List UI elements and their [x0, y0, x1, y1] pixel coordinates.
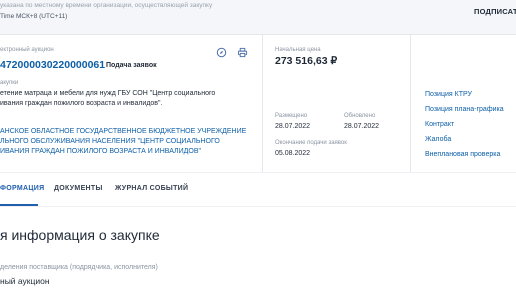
supplier-method-label: деления поставщика (подрядчика, исполнит…: [0, 264, 158, 271]
section-title: я информация о закупке: [0, 227, 160, 243]
pricing-column: Начальная цена 273 516,63 ₽ Размещено 28…: [262, 35, 410, 173]
compass-icon[interactable]: [216, 47, 227, 58]
related-links-column: Позиция КТРУ Позиция плана-графика Контр…: [410, 35, 516, 173]
org-line: ЛЬНОГО ОБСЛУЖИВАНИЯ НАСЕЛЕНИЯ "ЦЕНТР СОЦ…: [0, 138, 220, 145]
object-label: акупки: [0, 80, 19, 86]
procurement-card: ектронный аукцион 472000030220000061 Под…: [0, 34, 516, 173]
plan-schedule-position-link[interactable]: Позиция плана-графика: [425, 106, 504, 113]
procurement-number-link[interactable]: 472000030220000061: [0, 59, 105, 71]
object-line: етение матраца и мебели для нужд ГБУ СОН…: [0, 90, 216, 97]
page: указана по местному времени организации,…: [0, 0, 516, 289]
unscheduled-inspection-link[interactable]: Внеплановая проверка: [425, 151, 500, 158]
printer-icon[interactable]: [237, 47, 248, 58]
price-label: Начальная цена: [275, 47, 321, 53]
tab-bar: ФОРМАЦИЯ ДОКУМЕНТЫ ЖУРНАЛ СОБЫТИЙ: [0, 172, 516, 206]
contract-link[interactable]: Контракт: [425, 121, 454, 128]
timezone-note: указана по местному времени организации,…: [0, 2, 213, 9]
general-info-section: я информация о закупке деления поставщик…: [0, 206, 516, 289]
price-value: 273 516,63 ₽: [275, 55, 338, 67]
tab-information[interactable]: ФОРМАЦИЯ: [0, 185, 44, 192]
org-line: ИВАНИЯ ГРАЖДАН ПОЖИЛОГО ВОЗРАСТА И ИНВАЛ…: [0, 148, 201, 155]
procurement-type-label: ектронный аукцион: [0, 47, 54, 53]
tab-event-log[interactable]: ЖУРНАЛ СОБЫТИЙ: [115, 185, 188, 192]
org-line: АНСКОЕ ОБЛАСТНОЕ ГОСУДАРСТВЕННОЕ БЮДЖЕТН…: [0, 128, 247, 135]
complaint-link[interactable]: Жалоба: [425, 136, 451, 143]
submit-status: Подача заявок: [106, 62, 157, 69]
tab-documents[interactable]: ДОКУМЕНТЫ: [54, 185, 103, 192]
procurement-main-column: ектронный аукцион 472000030220000061 Под…: [0, 35, 262, 173]
updated-value: 28.07.2022: [344, 123, 380, 130]
deadline-label: Окончание подачи заявок: [275, 140, 347, 146]
ktru-position-link[interactable]: Позиция КТРУ: [425, 91, 472, 98]
updated-label: Обновлено: [344, 113, 376, 119]
object-description: етение матраца и мебели для нужд ГБУ СОН…: [0, 89, 215, 109]
object-line: ивания граждан пожилого возраста и инвал…: [0, 100, 163, 107]
timezone-value: Time МСК+8 (UTC+11): [0, 13, 68, 20]
posted-value: 28.07.2022: [275, 123, 311, 130]
top-strip: указана по местному времени организации,…: [0, 0, 516, 34]
supplier-method-value: ный аукцион: [0, 276, 50, 286]
deadline-value: 05.08.2022: [275, 150, 311, 157]
sign-button[interactable]: ПОДПИСАТЬ: [474, 7, 516, 16]
posted-label: Размещено: [275, 113, 308, 119]
customer-organization-link[interactable]: АНСКОЕ ОБЛАСТНОЕ ГОСУДАРСТВЕННОЕ БЮДЖЕТН…: [0, 127, 246, 157]
